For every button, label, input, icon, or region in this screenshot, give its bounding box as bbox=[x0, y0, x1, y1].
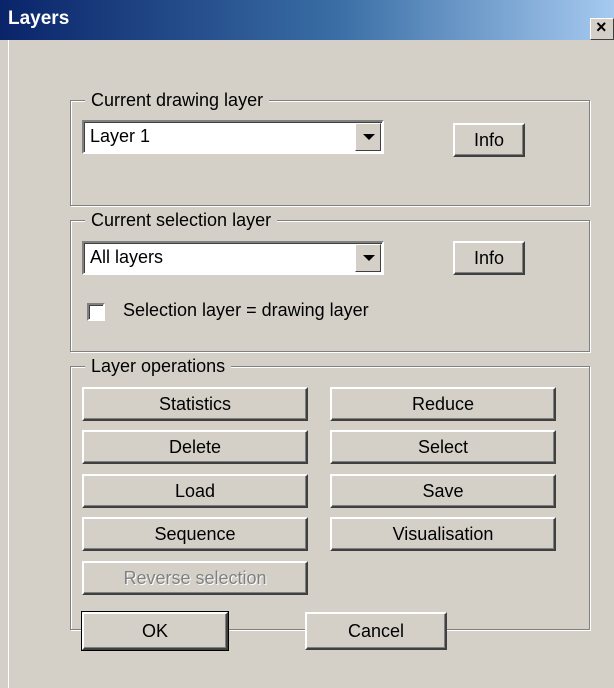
reverse-selection-button[interactable]: Reverse selection bbox=[82, 561, 308, 595]
dialog-body: Current drawing layer Layer 1 Info Curre… bbox=[8, 40, 614, 688]
selection-layer-value: All layers bbox=[90, 247, 164, 267]
selection-layer-group: Current selection layer All layers Info … bbox=[70, 209, 590, 352]
chevron-down-icon[interactable] bbox=[355, 123, 381, 151]
selection-equals-drawing-checkbox[interactable] bbox=[87, 303, 105, 321]
title-bar[interactable]: Layers × bbox=[0, 0, 614, 40]
selection-layer-info-button[interactable]: Info bbox=[453, 241, 525, 275]
layer-operations-group: Layer operations Statistics Reduce Delet… bbox=[70, 355, 590, 630]
select-button[interactable]: Select bbox=[330, 430, 556, 464]
sequence-button[interactable]: Sequence bbox=[82, 517, 308, 551]
selection-layer-select[interactable]: All layers bbox=[82, 241, 384, 275]
window-title: Layers bbox=[8, 8, 70, 29]
drawing-layer-value: Layer 1 bbox=[90, 126, 151, 146]
selection-layer-group-label: Current selection layer bbox=[85, 209, 278, 231]
load-button[interactable]: Load bbox=[82, 474, 308, 508]
chevron-down-icon[interactable] bbox=[355, 244, 381, 272]
drawing-layer-info-button[interactable]: Info bbox=[453, 123, 525, 157]
close-icon: × bbox=[596, 17, 607, 37]
drawing-layer-select[interactable]: Layer 1 bbox=[82, 120, 384, 154]
ok-button[interactable]: OK bbox=[81, 611, 229, 651]
close-button[interactable]: × bbox=[590, 17, 614, 40]
cancel-button[interactable]: Cancel bbox=[305, 612, 447, 650]
drawing-layer-group-label: Current drawing layer bbox=[85, 89, 270, 111]
reduce-button[interactable]: Reduce bbox=[330, 387, 556, 421]
layer-operations-group-label: Layer operations bbox=[85, 355, 232, 377]
delete-button[interactable]: Delete bbox=[82, 430, 308, 464]
selection-equals-drawing-label: Selection layer = drawing layer bbox=[123, 300, 369, 320]
visualisation-button[interactable]: Visualisation bbox=[330, 517, 556, 551]
statistics-button[interactable]: Statistics bbox=[82, 387, 308, 421]
drawing-layer-group: Current drawing layer Layer 1 Info bbox=[70, 89, 590, 206]
save-button[interactable]: Save bbox=[330, 474, 556, 508]
